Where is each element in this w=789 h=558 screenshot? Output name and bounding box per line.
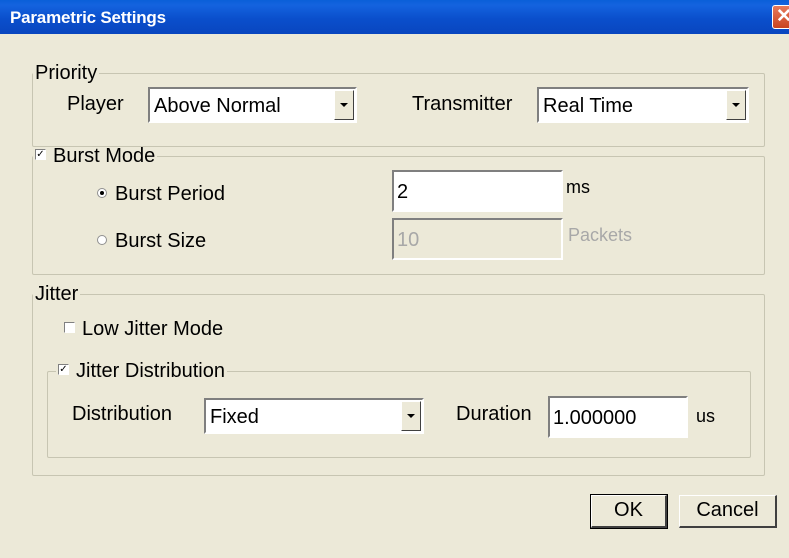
player-label: Player [67,93,124,115]
window-title: Parametric Settings [10,8,166,27]
distribution-select[interactable]: Fixed [204,398,424,434]
burst-period-unit: ms [566,177,590,197]
burst-size-radio[interactable]: Burst Size [97,230,206,253]
duration-unit: us [696,406,716,426]
duration-label: Duration [456,403,532,425]
burst-period-radio[interactable]: Burst Period [97,183,225,206]
unchecked-box-icon [64,322,75,334]
burst-period-input[interactable]: 2 [392,170,563,212]
duration-input[interactable]: 1.000000 [548,396,688,438]
chevron-down-icon[interactable] [334,90,354,120]
jitter-distribution-label: Jitter Distribution [76,360,225,382]
close-icon[interactable]: ✕ [772,5,789,29]
burst-mode-check-icon: ✓ [35,149,46,161]
burst-size-input[interactable]: 10 [392,218,563,260]
low-jitter-checkbox[interactable]: Low Jitter Mode [64,318,223,341]
burst-size-unit: Packets [568,225,633,245]
player-priority-select[interactable]: Above Normal [148,87,357,123]
player-priority-value: Above Normal [154,95,281,117]
burst-size-label: Burst Size [115,230,207,252]
jitter-legend: Jitter [35,283,79,305]
duration-value: 1.000000 [553,407,637,429]
transmitter-priority-select[interactable]: Real Time [537,87,749,123]
radio-selected-icon [97,187,107,198]
chevron-down-icon[interactable] [401,401,421,431]
burst-size-value: 10 [397,229,420,251]
transmitter-priority-value: Real Time [543,95,634,117]
burst-mode-checkbox[interactable]: ✓ Burst Mode [33,145,157,168]
transmitter-label: Transmitter [412,93,513,115]
low-jitter-label: Low Jitter Mode [82,318,224,340]
distribution-value: Fixed [210,406,259,428]
chevron-down-icon[interactable] [726,90,746,120]
burst-period-label: Burst Period [115,183,226,205]
burst-mode-label: Burst Mode [53,145,156,167]
burst-period-value: 2 [397,181,409,203]
title-bar[interactable]: Parametric Settings ✕ [0,0,789,34]
distribution-label: Distribution [72,403,173,425]
jitter-distribution-checkbox[interactable]: ✓ Jitter Distribution [56,360,227,383]
cancel-button[interactable]: Cancel [679,495,777,528]
jitter-distribution-check-icon: ✓ [58,364,69,376]
radio-unselected-icon [97,234,107,245]
priority-legend: Priority [35,62,98,84]
ok-button[interactable]: OK [590,494,668,529]
